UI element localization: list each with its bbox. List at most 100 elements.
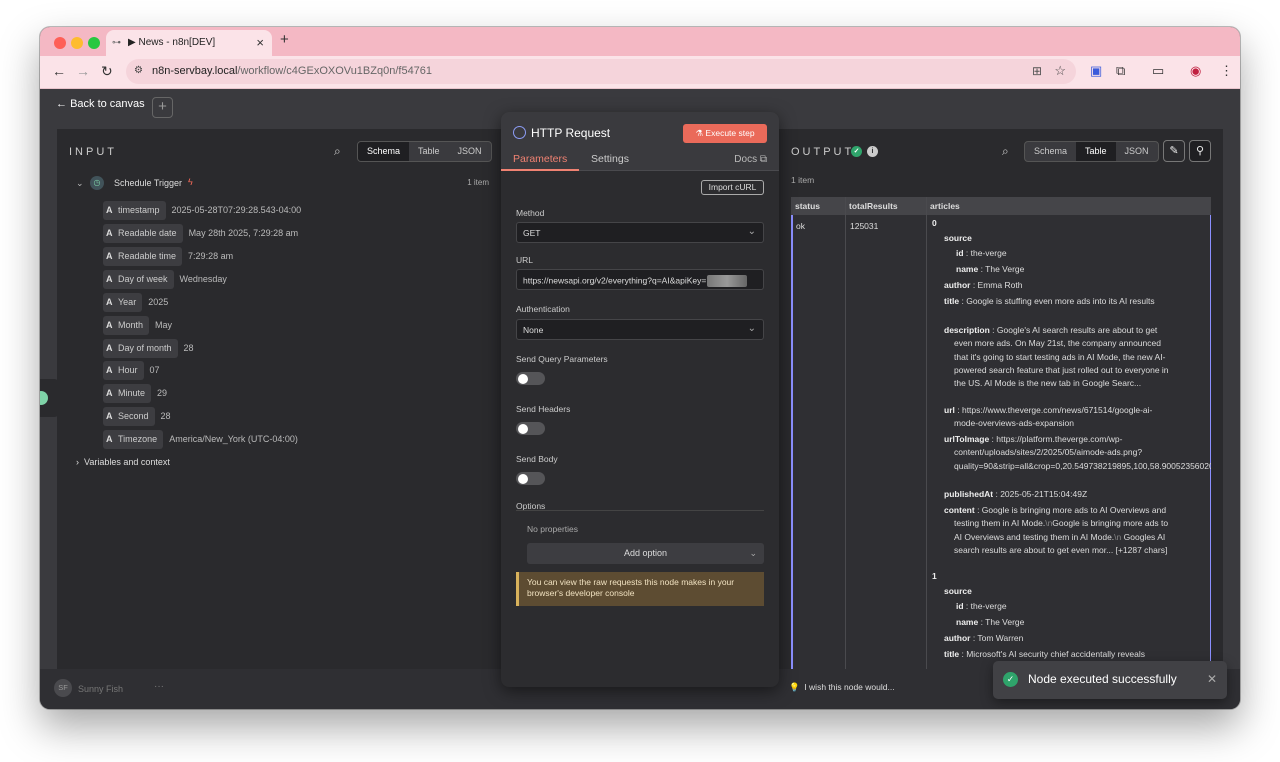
output-search-icon[interactable]: ⌕ [1002, 144, 1009, 159]
edit-output-button[interactable]: ✎ [1163, 140, 1185, 162]
field-pill[interactable]: A Minute [103, 384, 152, 403]
browser-tab[interactable]: ⊶ ▶ News - n8n[DEV] × [106, 30, 272, 56]
article-published-at: publishedAt : 2025-05-21T15:04:49Z [944, 489, 1088, 499]
docs-link[interactable]: Docs ⧉ [734, 154, 767, 165]
string-type-icon: A [106, 205, 113, 215]
field-pill[interactable]: A Timezone [103, 430, 164, 449]
send-query-toggle[interactable] [516, 372, 545, 385]
browser-window: ⊶ ▶ News - n8n[DEV] × + ← → ↻ ⚙ n8n-serv… [40, 27, 1240, 709]
tab-title: News - n8n[DEV] [138, 37, 216, 48]
field-value: 28 [183, 343, 194, 353]
input-view-schema[interactable]: Schema [358, 142, 410, 161]
browser-toolbar: ← → ↻ ⚙ n8n-servbay.local/workflow/c4GEx… [40, 56, 1240, 89]
string-type-icon: A [106, 251, 113, 261]
article-url: url : https://www.theverge.com/news/6715… [944, 405, 1153, 429]
execute-step-button[interactable]: ⚗ Execute step [683, 124, 767, 143]
import-curl-button[interactable]: Import cURL [701, 180, 764, 195]
field-pill[interactable]: A Second [103, 407, 155, 426]
schema-field[interactable]: Atimestamp 2025-05-28T07:29:28.543-04:00 [103, 201, 301, 220]
field-pill[interactable]: A Day of month [103, 339, 178, 358]
output-view-json[interactable]: JSON [1116, 142, 1158, 161]
field-value: May [155, 320, 173, 330]
site-info-icon[interactable]: ⚙ [134, 65, 143, 76]
article-index: 1 [932, 571, 937, 581]
schema-field[interactable]: A Day of week Wednesday [103, 270, 227, 289]
schema-field[interactable]: A Hour 07 [103, 361, 160, 380]
node-title[interactable]: HTTP Request [531, 126, 610, 140]
field-pill[interactable]: A Hour [103, 361, 144, 380]
add-node-button[interactable]: + [152, 97, 173, 118]
input-view-table[interactable]: Table [409, 142, 449, 161]
output-header: OUTPUT [791, 146, 855, 158]
article-title: title : Microsoft's AI security chief ac… [944, 649, 1145, 659]
send-headers-toggle[interactable] [516, 422, 545, 435]
article-description: description : Google's AI search results… [944, 325, 1169, 389]
new-tab-button[interactable]: + [280, 31, 289, 48]
field-name: timestamp [118, 205, 160, 215]
schema-field[interactable]: A Minute 29 [103, 384, 167, 403]
field-pill[interactable]: A Year [103, 293, 143, 312]
url-label: URL [516, 255, 534, 265]
field-name: Readable date [118, 228, 177, 238]
schema-field[interactable]: A Month May [103, 316, 172, 335]
send-body-toggle[interactable] [516, 472, 545, 485]
chevron-down-icon: ⌄ [749, 548, 757, 558]
close-icon[interactable]: ✕ [1207, 672, 1217, 686]
input-search-icon[interactable]: ⌕ [334, 144, 341, 159]
schema-field[interactable]: A Timezone America/New_York (UTC-04:00) [103, 430, 298, 449]
input-view-json[interactable]: JSON [449, 142, 491, 161]
schema-field[interactable]: A Readable time 7:29:28 am [103, 247, 233, 266]
bookmark-star-icon[interactable]: ☆ [1054, 63, 1066, 79]
profile-icon[interactable]: ◉ [1190, 63, 1201, 79]
forward-arrow-icon[interactable]: → [76, 63, 90, 79]
field-value: 2025 [148, 297, 169, 307]
method-select[interactable]: GET ⌄ [516, 222, 764, 243]
minimize-window-button[interactable] [71, 37, 83, 49]
info-icon[interactable]: i [867, 146, 878, 157]
bitwarden-extension-icon[interactable]: ▣ [1090, 63, 1102, 79]
schema-field[interactable]: A Day of month 28 [103, 339, 194, 358]
variables-and-context[interactable]: › Variables and context [76, 457, 170, 467]
field-pill[interactable]: A Month [103, 316, 150, 335]
field-name: Day of week [118, 274, 168, 284]
authentication-select[interactable]: None ⌄ [516, 319, 764, 340]
maximize-window-button[interactable] [88, 37, 100, 49]
node-header: HTTP Request ⚗ Execute step Parameters S… [501, 112, 779, 171]
tab-parameters[interactable]: Parameters [513, 153, 567, 165]
output-view-table[interactable]: Table [1076, 142, 1116, 161]
output-view-schema[interactable]: Schema [1025, 142, 1076, 161]
schema-field[interactable]: A Readable date May 28th 2025, 7:29:28 am [103, 224, 298, 243]
address-bar[interactable]: ⚙ n8n-servbay.local/workflow/c4GExOXOVu1… [126, 59, 1076, 84]
add-option-button[interactable]: Add option ⌄ [527, 543, 764, 564]
user-menu-icon[interactable]: ··· [154, 681, 164, 692]
pin-output-button[interactable]: ⚲ [1189, 140, 1211, 162]
extensions-icon[interactable]: ⧉ [1116, 63, 1125, 79]
field-pill[interactable]: Atimestamp [103, 201, 166, 220]
field-name: Day of month [118, 343, 172, 353]
field-value: 29 [157, 388, 168, 398]
back-arrow-icon[interactable]: ← [52, 63, 66, 79]
field-value: May 28th 2025, 7:29:28 am [188, 228, 299, 238]
back-to-canvas-button[interactable]: ← Back to canvas [56, 98, 145, 110]
field-name: Second [118, 411, 149, 421]
browser-menu-icon[interactable]: ⋮ [1220, 63, 1233, 79]
url-host: n8n-servbay.local [152, 65, 238, 77]
reload-icon[interactable]: ↻ [101, 63, 113, 80]
close-window-button[interactable] [54, 37, 66, 49]
schema-field[interactable]: A Second 28 [103, 407, 171, 426]
translate-icon[interactable]: ⊞ [1032, 64, 1042, 78]
close-tab-icon[interactable]: × [256, 35, 264, 50]
field-pill[interactable]: A Day of week [103, 270, 174, 289]
chevron-down-icon[interactable]: ⌄ [76, 178, 84, 189]
feedback-link[interactable]: 💡 I wish this node would... [789, 682, 895, 693]
play-icon: ▶ [128, 37, 136, 48]
cast-icon[interactable]: ▭ [1152, 63, 1164, 79]
clock-icon: ◷ [90, 176, 104, 190]
field-pill[interactable]: A Readable time [103, 247, 183, 266]
url-input[interactable]: https://newsapi.org/v2/everything?q=AI&a… [516, 269, 764, 290]
schema-field[interactable]: A Year 2025 [103, 293, 168, 312]
field-pill[interactable]: A Readable date [103, 224, 183, 243]
article-source-name: name : The Verge [956, 264, 1025, 274]
tab-settings[interactable]: Settings [591, 153, 629, 165]
avatar[interactable]: SF [54, 679, 72, 697]
